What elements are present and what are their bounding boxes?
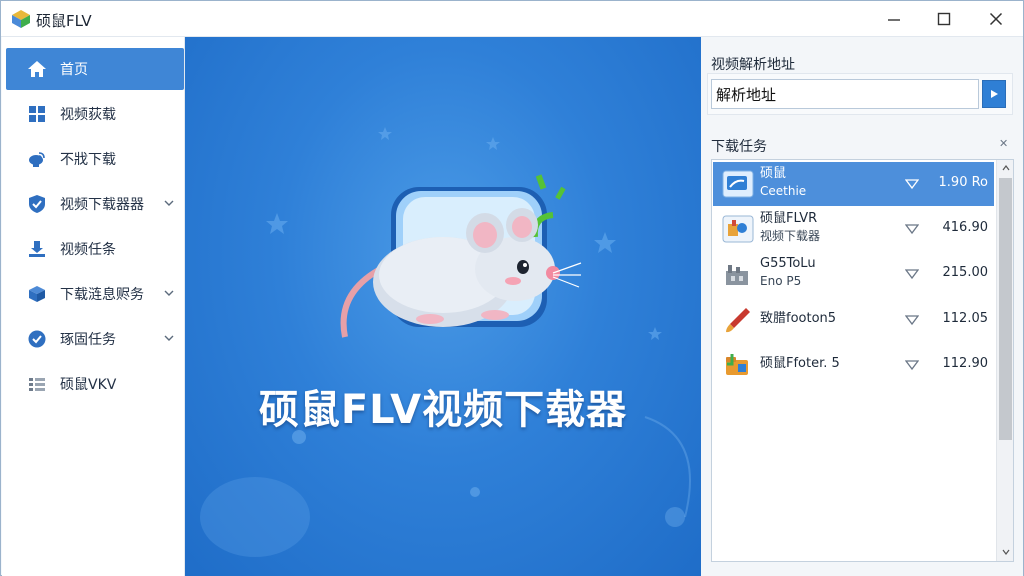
sidebar-item-label: 琢固任务: [60, 332, 116, 348]
task-subtitle: 视频下载器: [760, 229, 821, 243]
download-tray-icon: [26, 238, 48, 260]
close-button[interactable]: [971, 1, 1021, 37]
scroll-thumb[interactable]: [999, 178, 1012, 440]
sidebar-item-label: 首页: [60, 62, 88, 78]
minimize-button[interactable]: [869, 1, 919, 37]
hero-background-art: [200, 127, 691, 557]
task-size: 215.00: [942, 265, 989, 280]
url-label: 视频解析地址: [711, 57, 795, 73]
pin-button[interactable]: ✕: [999, 137, 1008, 150]
task-row[interactable]: 硕鼠FLVR 视频下载器 416.90: [713, 207, 994, 251]
close-icon: [989, 12, 1003, 26]
expand-triangle-icon[interactable]: [905, 314, 919, 326]
hero-banner: 硕鼠FLV视频下载器: [185, 37, 701, 576]
task-row[interactable]: 致腊footon5 112.05: [713, 298, 994, 342]
task-row[interactable]: 硕鼠Ffoter. 5 112.90: [713, 343, 994, 387]
task-name: G55ToLu: [760, 256, 816, 271]
tasks-label: 下载任务: [711, 139, 767, 155]
task-subtitle: Ceethie: [760, 184, 807, 198]
shield-check-icon: [26, 193, 48, 215]
sidebar-item-label: 不戕下载: [60, 152, 116, 168]
scroll-down-button[interactable]: [997, 544, 1013, 560]
chevron-down-icon: [1002, 549, 1009, 555]
sidebar-item-fixed-tasks[interactable]: 琢固任务: [6, 318, 184, 360]
expand-triangle-icon[interactable]: [905, 223, 919, 235]
task-list[interactable]: 硕鼠 Ceethie 1.90 Ro 硕鼠FLVR 视频下载器 416.90 G…: [711, 159, 1014, 562]
task-size: 112.90: [942, 356, 989, 371]
sidebar-item-video-download[interactable]: 视频荻载: [6, 93, 184, 135]
parse-button[interactable]: [982, 80, 1006, 108]
box-icon: [26, 283, 48, 305]
window-title: 硕鼠FLV: [36, 12, 92, 30]
sidebar-item-video-tasks[interactable]: 视频任条: [6, 228, 184, 270]
factory-icon: [726, 265, 748, 285]
task-subtitle: Eno P5: [760, 274, 802, 288]
sidebar: 首页 视频荻载 不戕下载 视频下载器器 视频任条 下载涟息赆务 琢固任务 硕鼠V…: [2, 37, 185, 576]
sidebar-item-label: 下载涟息赆务: [60, 287, 144, 303]
task-size: 1.90 Ro: [938, 175, 988, 190]
maximize-button[interactable]: [919, 1, 969, 37]
task-row[interactable]: 硕鼠 Ceethie 1.90 Ro: [713, 162, 994, 206]
chevron-down-icon[interactable]: [162, 196, 176, 210]
task-name: 硕鼠FLVR: [760, 211, 818, 226]
video-file-icon: [722, 170, 754, 198]
chevron-up-icon: [1002, 165, 1009, 171]
sidebar-item-label: 硕鼠VKV: [60, 377, 117, 393]
expand-triangle-icon[interactable]: [905, 178, 919, 190]
sidebar-item-shuoshu-vkv[interactable]: 硕鼠VKV: [6, 363, 184, 405]
check-circle-icon: [26, 328, 48, 350]
brush-icon: [726, 308, 750, 333]
sidebar-item-download-service[interactable]: 下载涟息赆务: [6, 273, 184, 315]
sidebar-item-downloader[interactable]: 视频下载器器: [6, 183, 184, 225]
title-bar[interactable]: 硕鼠FLV: [1, 1, 1023, 37]
task-row[interactable]: G55ToLu Eno P5 215.00: [713, 252, 994, 296]
task-size: 416.90: [942, 220, 989, 235]
chevron-down-icon[interactable]: [162, 286, 176, 300]
folder-arrow-icon: [726, 354, 748, 375]
maximize-icon: [937, 12, 951, 26]
satellite-icon: [26, 148, 48, 170]
task-size: 112.05: [942, 311, 989, 326]
list-icon: [26, 373, 48, 395]
right-panel: 视频解析地址 下载任务 ✕ 硕鼠 Ceethie 1.90 Ro: [701, 37, 1023, 576]
sidebar-item-label: 视频下载器器: [60, 197, 144, 213]
url-input[interactable]: [711, 79, 979, 109]
grid-icon: [26, 103, 48, 125]
task-name: 硕鼠: [760, 166, 787, 181]
task-name: 致腊footon5: [760, 311, 837, 326]
sidebar-item-label: 视频任条: [60, 242, 116, 258]
app-window: 硕鼠FLV 首页 视频荻载 不戕下载 视频下载器器 视频任条 下载涟息赆务 琢固…: [0, 0, 1024, 576]
play-arrow-icon: [991, 90, 998, 98]
task-name: 硕鼠Ffoter. 5: [760, 356, 840, 371]
puzzle-icon: [722, 215, 754, 243]
home-icon: [26, 58, 48, 80]
task-list-scrollbar[interactable]: [996, 160, 1013, 561]
sidebar-item-live-download[interactable]: 不戕下载: [6, 138, 184, 180]
expand-triangle-icon[interactable]: [905, 359, 919, 371]
chevron-down-icon[interactable]: [162, 331, 176, 345]
expand-triangle-icon[interactable]: [905, 268, 919, 280]
app-logo-icon: [12, 10, 30, 28]
sidebar-item-home[interactable]: 首页: [6, 48, 184, 90]
sidebar-item-label: 视频荻载: [60, 107, 116, 123]
hero-title: 硕鼠FLV视频下载器: [258, 387, 628, 433]
scroll-up-button[interactable]: [997, 160, 1013, 176]
minimize-icon: [888, 19, 900, 21]
